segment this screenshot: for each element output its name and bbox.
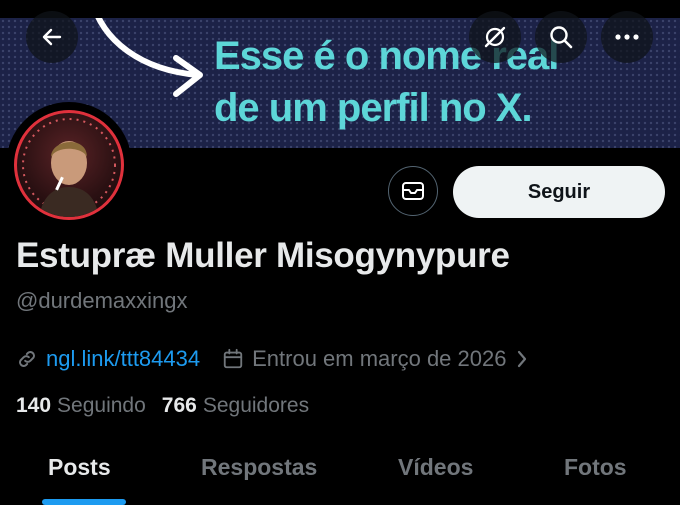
grok-icon [484, 26, 506, 48]
follow-button-label: Seguir [527, 180, 591, 203]
profile-link[interactable]: ngl.link/ttt84434 [16, 346, 200, 372]
profile-tabs: Posts Respostas Vídeos Fotos [0, 440, 680, 505]
follow-stats: 140 Seguindo 766 Seguidores [16, 394, 309, 418]
joined-date[interactable]: Entrou em março de 2026 [222, 346, 528, 372]
follow-button[interactable]: Seguir [453, 166, 665, 218]
avatar-image [14, 110, 124, 220]
followers-stat[interactable]: 766 Seguidores [162, 394, 309, 418]
tab-videos[interactable]: Vídeos [398, 454, 473, 481]
envelope-icon [402, 182, 424, 200]
portrait-graphic [22, 118, 116, 217]
calendar-icon [223, 348, 243, 369]
following-count: 140 [16, 394, 52, 417]
tab-photos[interactable]: Fotos [564, 454, 627, 481]
active-tab-indicator [42, 499, 126, 505]
chevron-right-icon [518, 350, 527, 368]
avatar[interactable] [6, 102, 132, 228]
tab-replies[interactable]: Respostas [201, 454, 317, 481]
display-name: Estupræ Muller Misogynypure [16, 236, 510, 275]
status-bar-strip [0, 0, 680, 18]
search-icon [550, 26, 573, 49]
followers-label: Seguidores [202, 394, 310, 417]
following-stat[interactable]: 140 Seguindo [16, 394, 146, 418]
following-label: Seguindo [57, 394, 146, 417]
tab-posts[interactable]: Posts [48, 454, 111, 481]
profile-meta: ngl.link/ttt84434 Entrou em março de 202… [16, 344, 528, 374]
banner-caption-line1: Esse é o nome real [214, 34, 559, 78]
search-button[interactable] [535, 11, 587, 63]
back-button[interactable] [26, 11, 78, 63]
message-button[interactable] [388, 166, 438, 216]
banner-caption: Esse é o nome real de um perfil no X. [214, 30, 654, 134]
back-arrow-icon [42, 28, 62, 46]
more-icon [615, 34, 639, 40]
banner-caption-line2: de um perfil no X. [214, 86, 533, 130]
link-icon [19, 351, 35, 367]
joined-date-text: Entrou em março de 2026 [252, 346, 507, 371]
username-handle: @durdemaxxingx [16, 288, 188, 313]
profile-link-text[interactable]: ngl.link/ttt84434 [46, 346, 200, 372]
more-options-button[interactable] [601, 11, 653, 63]
followers-count: 766 [161, 394, 197, 417]
grok-button[interactable] [469, 11, 521, 63]
